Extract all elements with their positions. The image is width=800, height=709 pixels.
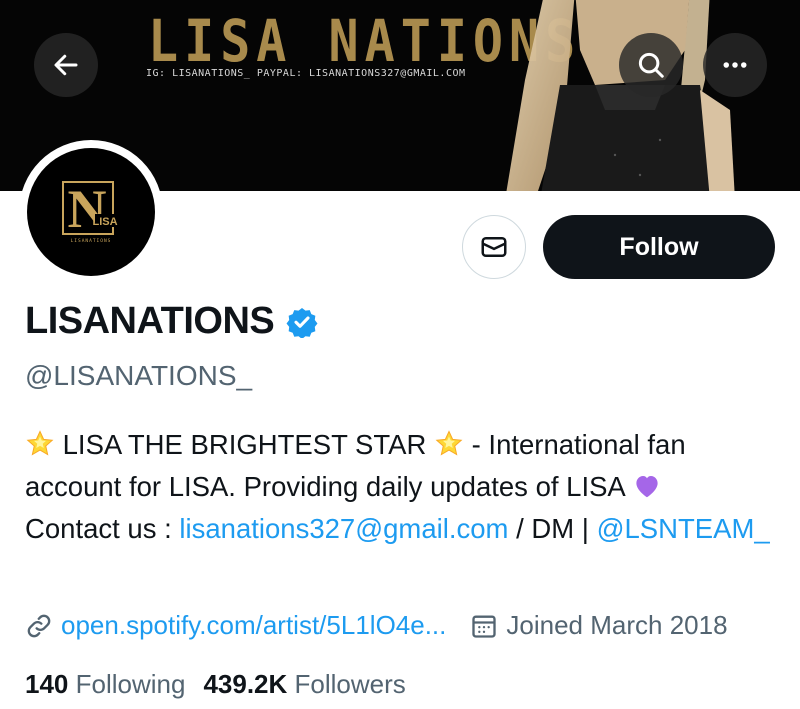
- banner-photo: [506, 0, 735, 191]
- profile-handle: @LISANATIONS_: [25, 360, 253, 391]
- follow-button[interactable]: Follow: [543, 215, 775, 279]
- calendar-icon: [472, 615, 497, 638]
- joined-date: Joined March 2018: [470, 610, 728, 641]
- svg-text:LISA: LISA: [92, 216, 117, 228]
- bio-text-3: Contact us :: [25, 513, 180, 544]
- display-name-row: LISANATIONS: [25, 300, 318, 343]
- profile-url-link[interactable]: open.spotify.com/artist/5L1lO4e...: [61, 610, 446, 641]
- back-button[interactable]: [34, 33, 98, 97]
- link-icon: [27, 614, 51, 637]
- glowing-star-emoji: [26, 430, 54, 456]
- followers-count-link[interactable]: 439.2K Followers: [203, 669, 405, 699]
- followers-label: Followers: [294, 669, 406, 699]
- envelope-icon: [481, 237, 507, 257]
- message-button[interactable]: [462, 215, 526, 279]
- avatar-logo: N LISA LISANATIONS: [27, 148, 155, 276]
- following-value: 140: [25, 669, 69, 699]
- profile-bio: LISA THE BRIGHTEST STAR - International …: [25, 424, 785, 550]
- glowing-star-emoji: [435, 430, 463, 456]
- arrow-left-icon: [54, 54, 78, 76]
- search-icon: [638, 52, 664, 78]
- followers-value: 439.2K: [203, 669, 288, 699]
- verified-badge-icon[interactable]: [286, 306, 318, 338]
- following-count-link[interactable]: 140 Following: [25, 669, 185, 699]
- bio-text-1: LISA THE BRIGHTEST STAR: [55, 429, 434, 460]
- more-options-button[interactable]: [703, 33, 767, 97]
- svg-text:LISANATIONS: LISANATIONS: [71, 238, 112, 244]
- more-horizontal-icon: [723, 62, 747, 68]
- bio-text-4: / DM |: [508, 513, 597, 544]
- lisanations-logo: N LISA LISANATIONS: [62, 179, 118, 244]
- banner-subtitle: IG: LISANATIONS_ PAYPAL: LISANATIONS327@…: [146, 68, 466, 79]
- bio-mention-link[interactable]: @LSNTEAM_: [597, 513, 770, 544]
- joined-text: Joined March 2018: [506, 610, 728, 640]
- display-name: LISANATIONS: [25, 300, 275, 342]
- bio-email-link[interactable]: lisanations327@gmail.com: [179, 513, 508, 544]
- follow-counts: 140 Following 439.2K Followers: [25, 669, 406, 700]
- search-button[interactable]: [619, 33, 683, 97]
- purple-heart-emoji: [636, 476, 658, 498]
- avatar[interactable]: N LISA LISANATIONS: [19, 140, 163, 284]
- profile-meta: open.spotify.com/artist/5L1lO4e... Joine…: [25, 610, 728, 641]
- svg-text:N: N: [68, 179, 107, 239]
- following-label: Following: [75, 669, 186, 699]
